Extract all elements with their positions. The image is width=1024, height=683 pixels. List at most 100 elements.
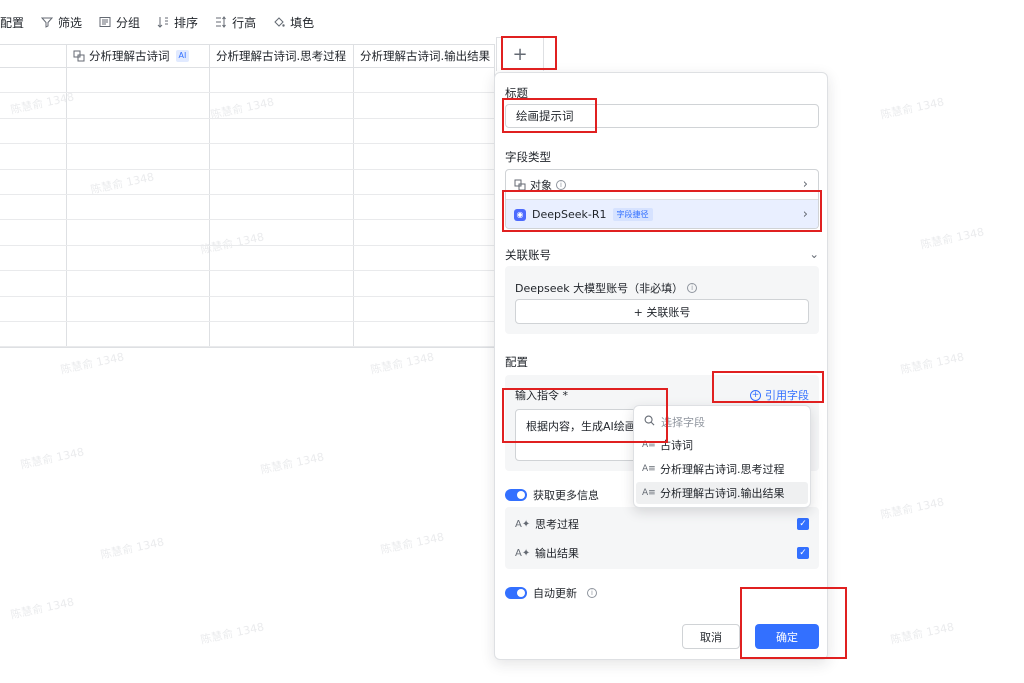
table-cell[interactable] (354, 321, 495, 347)
table-cell[interactable] (354, 271, 495, 296)
cancel-button[interactable]: 取消 (682, 624, 740, 649)
reference-field-button[interactable]: + 引用字段 (750, 387, 809, 403)
title-input[interactable]: 绘画提示词 (505, 104, 819, 128)
column-header-label: 分析理解古诗词.思考过程 (216, 49, 347, 63)
info-icon: i (556, 179, 566, 190)
table-cell[interactable] (67, 194, 210, 220)
group-button[interactable]: 分组 (90, 8, 148, 36)
table-row[interactable] (0, 118, 495, 145)
dropdown-item[interactable]: A≡ 古诗词 (636, 434, 808, 456)
table-cell[interactable] (67, 321, 210, 347)
column-header-ai-analysis[interactable]: 分析理解古诗词 AI (67, 45, 210, 67)
table-cell[interactable] (210, 321, 354, 347)
table-cell[interactable] (0, 68, 67, 93)
table-cell[interactable] (67, 169, 210, 194)
row-height-button[interactable]: 行高 (206, 8, 264, 36)
table-row[interactable] (0, 245, 495, 272)
table-row[interactable] (0, 271, 495, 297)
table-cell[interactable] (0, 245, 67, 271)
table-row[interactable] (0, 321, 495, 348)
table-cell[interactable] (354, 220, 495, 245)
table-cell[interactable] (67, 118, 210, 144)
table-cell[interactable] (210, 144, 354, 169)
table-cell[interactable] (354, 194, 495, 220)
table-cell[interactable] (0, 118, 67, 144)
table-cell[interactable] (0, 194, 67, 220)
filter-button[interactable]: 筛选 (32, 8, 90, 36)
field-search-input[interactable]: 选择字段 (640, 412, 804, 432)
more-info-item[interactable]: A✦ 思考过程 ✓ (515, 516, 809, 532)
ai-badge: AI (175, 50, 190, 62)
table-cell[interactable] (210, 169, 354, 194)
more-info-box: A✦ 思考过程 ✓ A✦ 输出结果 ✓ (505, 507, 819, 569)
table-cell[interactable] (0, 93, 67, 118)
table-cell[interactable] (0, 144, 67, 169)
fill-color-button[interactable]: 填色 (264, 8, 322, 36)
checkbox-checked[interactable]: ✓ (797, 547, 809, 559)
table-cell[interactable] (67, 68, 210, 93)
table-cell[interactable] (210, 296, 354, 321)
sort-button[interactable]: 排序 (148, 8, 206, 36)
table-cell[interactable] (210, 118, 354, 144)
watermark: 陈慧俞 1348 (879, 495, 946, 522)
link-account-button[interactable]: + 关联账号 (515, 299, 809, 324)
table-cell[interactable] (354, 144, 495, 169)
dropdown-item[interactable]: A≡ 分析理解古诗词.输出结果 (636, 482, 808, 504)
account-field-label: Deepseek 大模型账号（非必填） (515, 282, 684, 295)
table-cell[interactable] (67, 144, 210, 169)
more-info-item[interactable]: A✦ 输出结果 ✓ (515, 545, 809, 561)
table-cell[interactable] (210, 220, 354, 245)
field-type-deepseek[interactable]: ◉ DeepSeek-R1 字段捷径 › (506, 199, 818, 228)
add-column-button[interactable]: + (496, 37, 544, 71)
table-cell[interactable] (354, 93, 495, 118)
text-field-icon: A≡ (642, 488, 656, 498)
checkbox-checked[interactable]: ✓ (797, 518, 809, 530)
fill-color-icon (272, 15, 286, 29)
more-info-label: 获取更多信息 (533, 489, 599, 502)
table-row[interactable] (0, 194, 495, 221)
confirm-button[interactable]: 确定 (755, 624, 819, 649)
column-header-thinking[interactable]: 分析理解古诗词.思考过程 (210, 45, 354, 67)
table-cell[interactable] (354, 68, 495, 93)
table-cell[interactable] (67, 93, 210, 118)
add-circle-icon: + (750, 389, 761, 401)
table-cell[interactable] (67, 220, 210, 245)
table-row[interactable] (0, 296, 495, 322)
table-cell[interactable] (354, 245, 495, 271)
dropdown-item[interactable]: A≡ 分析理解古诗词.思考过程 (636, 458, 808, 480)
title-label: 标题 (505, 86, 528, 100)
table-row[interactable] (0, 93, 495, 119)
column-header[interactable] (0, 45, 67, 67)
account-label: 关联账号 (505, 248, 551, 262)
table-cell[interactable] (210, 271, 354, 296)
field-config-button[interactable]: 配置 (0, 8, 32, 36)
table-cell[interactable] (210, 194, 354, 220)
field-type-object[interactable]: 对象 i › (506, 170, 818, 199)
table-cell[interactable] (0, 321, 67, 347)
auto-update-toggle[interactable] (505, 587, 527, 599)
table-cell[interactable] (0, 220, 67, 245)
table-cell[interactable] (210, 68, 354, 93)
table-cell[interactable] (210, 245, 354, 271)
table-cell[interactable] (0, 296, 67, 321)
table-row[interactable] (0, 220, 495, 246)
table-cell[interactable] (210, 93, 354, 118)
table-row[interactable] (0, 169, 495, 195)
table-cell[interactable] (354, 169, 495, 194)
column-header-output[interactable]: 分析理解古诗词.输出结果 (354, 45, 495, 67)
table-cell[interactable] (0, 169, 67, 194)
table-cell[interactable] (354, 118, 495, 144)
table-cell[interactable] (67, 271, 210, 296)
account-section-header[interactable]: 关联账号 ⌄ (505, 247, 819, 263)
watermark: 陈慧俞 1348 (199, 620, 266, 647)
table-cell[interactable] (67, 245, 210, 271)
table-cell[interactable] (354, 296, 495, 321)
prompt-label: 输入指令 * (515, 389, 568, 402)
table-header: 分析理解古诗词 AI 分析理解古诗词.思考过程 分析理解古诗词.输出结果 (0, 44, 495, 68)
table-row[interactable] (0, 144, 495, 170)
table-cell[interactable] (67, 296, 210, 321)
group-icon (98, 15, 112, 29)
more-info-toggle[interactable] (505, 489, 527, 501)
table-cell[interactable] (0, 271, 67, 296)
table-row[interactable] (0, 68, 495, 94)
